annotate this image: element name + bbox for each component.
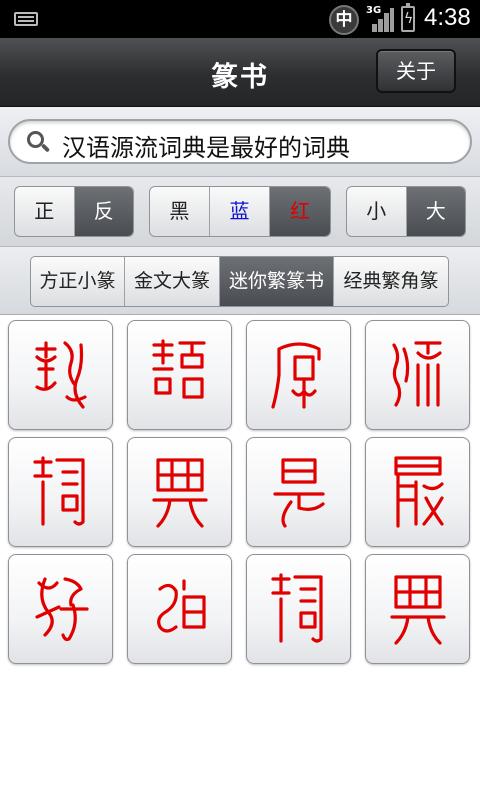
battery-icon: ϟ	[401, 3, 415, 32]
orientation-toggle: 正 反	[14, 186, 134, 237]
glyph-tile[interactable]	[246, 437, 351, 547]
input-method-icon: 中	[329, 5, 359, 35]
glyph-tile[interactable]	[246, 554, 351, 664]
seal-glyph-shi	[273, 458, 325, 528]
seal-glyph-de	[157, 579, 206, 633]
glyph-tile[interactable]	[127, 554, 232, 664]
signal-3g-icon: 3G	[366, 5, 394, 32]
font-tabs-bar: 方正小篆 金文大篆 迷你繁篆书 经典繁角篆	[0, 247, 480, 315]
title-bar: 篆书 关于	[0, 38, 480, 107]
seal-glyph-ci-2	[271, 573, 323, 643]
glyph-grid	[0, 315, 480, 670]
size-small-button[interactable]: 小	[347, 187, 407, 236]
seal-glyph-hao	[35, 577, 89, 642]
color-black-button[interactable]: 黑	[150, 187, 210, 236]
about-button[interactable]: 关于	[376, 49, 456, 93]
glyph-tile[interactable]	[127, 320, 232, 430]
tab-fangzheng-xiaozhuan[interactable]: 方正小篆	[31, 257, 125, 306]
tab-jinwen-dazhuan[interactable]: 金文大篆	[125, 257, 220, 306]
seal-glyph-dian-2	[390, 575, 446, 645]
seal-glyph-yuan	[271, 342, 321, 409]
size-toggle: 小 大	[346, 186, 466, 237]
seal-glyph-liu	[392, 341, 442, 407]
orientation-reverse-button[interactable]: 反	[74, 187, 133, 236]
search-icon	[27, 131, 51, 153]
display-options: 正 反 黑 蓝 红 小 大	[0, 177, 480, 247]
search-input-value: 汉语源流词典是最好的词典	[62, 134, 350, 162]
search-input[interactable]: 汉语源流词典是最好的词典	[8, 119, 472, 164]
glyph-tile[interactable]	[8, 437, 113, 547]
seal-glyph-yu	[152, 339, 206, 399]
glyph-tile[interactable]	[365, 437, 470, 547]
tab-mini-fan-zhuanshu[interactable]: 迷你繁篆书	[220, 257, 334, 306]
color-red-button[interactable]: 红	[270, 187, 330, 236]
status-bar: 中 3G ϟ 4:38	[0, 0, 480, 38]
seal-glyph-han	[35, 341, 87, 409]
seal-glyph-dian	[152, 458, 208, 528]
seal-glyph-ci	[33, 456, 85, 526]
glyph-tile[interactable]	[8, 554, 113, 664]
color-blue-button[interactable]: 蓝	[210, 187, 271, 236]
search-area: 汉语源流词典是最好的词典	[0, 107, 480, 177]
size-large-button[interactable]: 大	[406, 187, 465, 236]
font-tabs: 方正小篆 金文大篆 迷你繁篆书 经典繁角篆	[30, 256, 449, 307]
status-clock: 4:38	[424, 4, 471, 31]
tab-jingdian-fanjiao[interactable]: 经典繁角篆	[334, 257, 448, 306]
keyboard-icon	[14, 12, 38, 26]
orientation-normal-button[interactable]: 正	[15, 187, 75, 236]
glyph-tile[interactable]	[8, 320, 113, 430]
glyph-tile[interactable]	[365, 320, 470, 430]
glyph-tile[interactable]	[246, 320, 351, 430]
glyph-tile[interactable]	[127, 437, 232, 547]
network-type-label: 3G	[366, 5, 382, 16]
color-toggle: 黑 蓝 红	[149, 186, 331, 237]
glyph-tile[interactable]	[365, 554, 470, 664]
seal-glyph-zui	[394, 456, 444, 528]
